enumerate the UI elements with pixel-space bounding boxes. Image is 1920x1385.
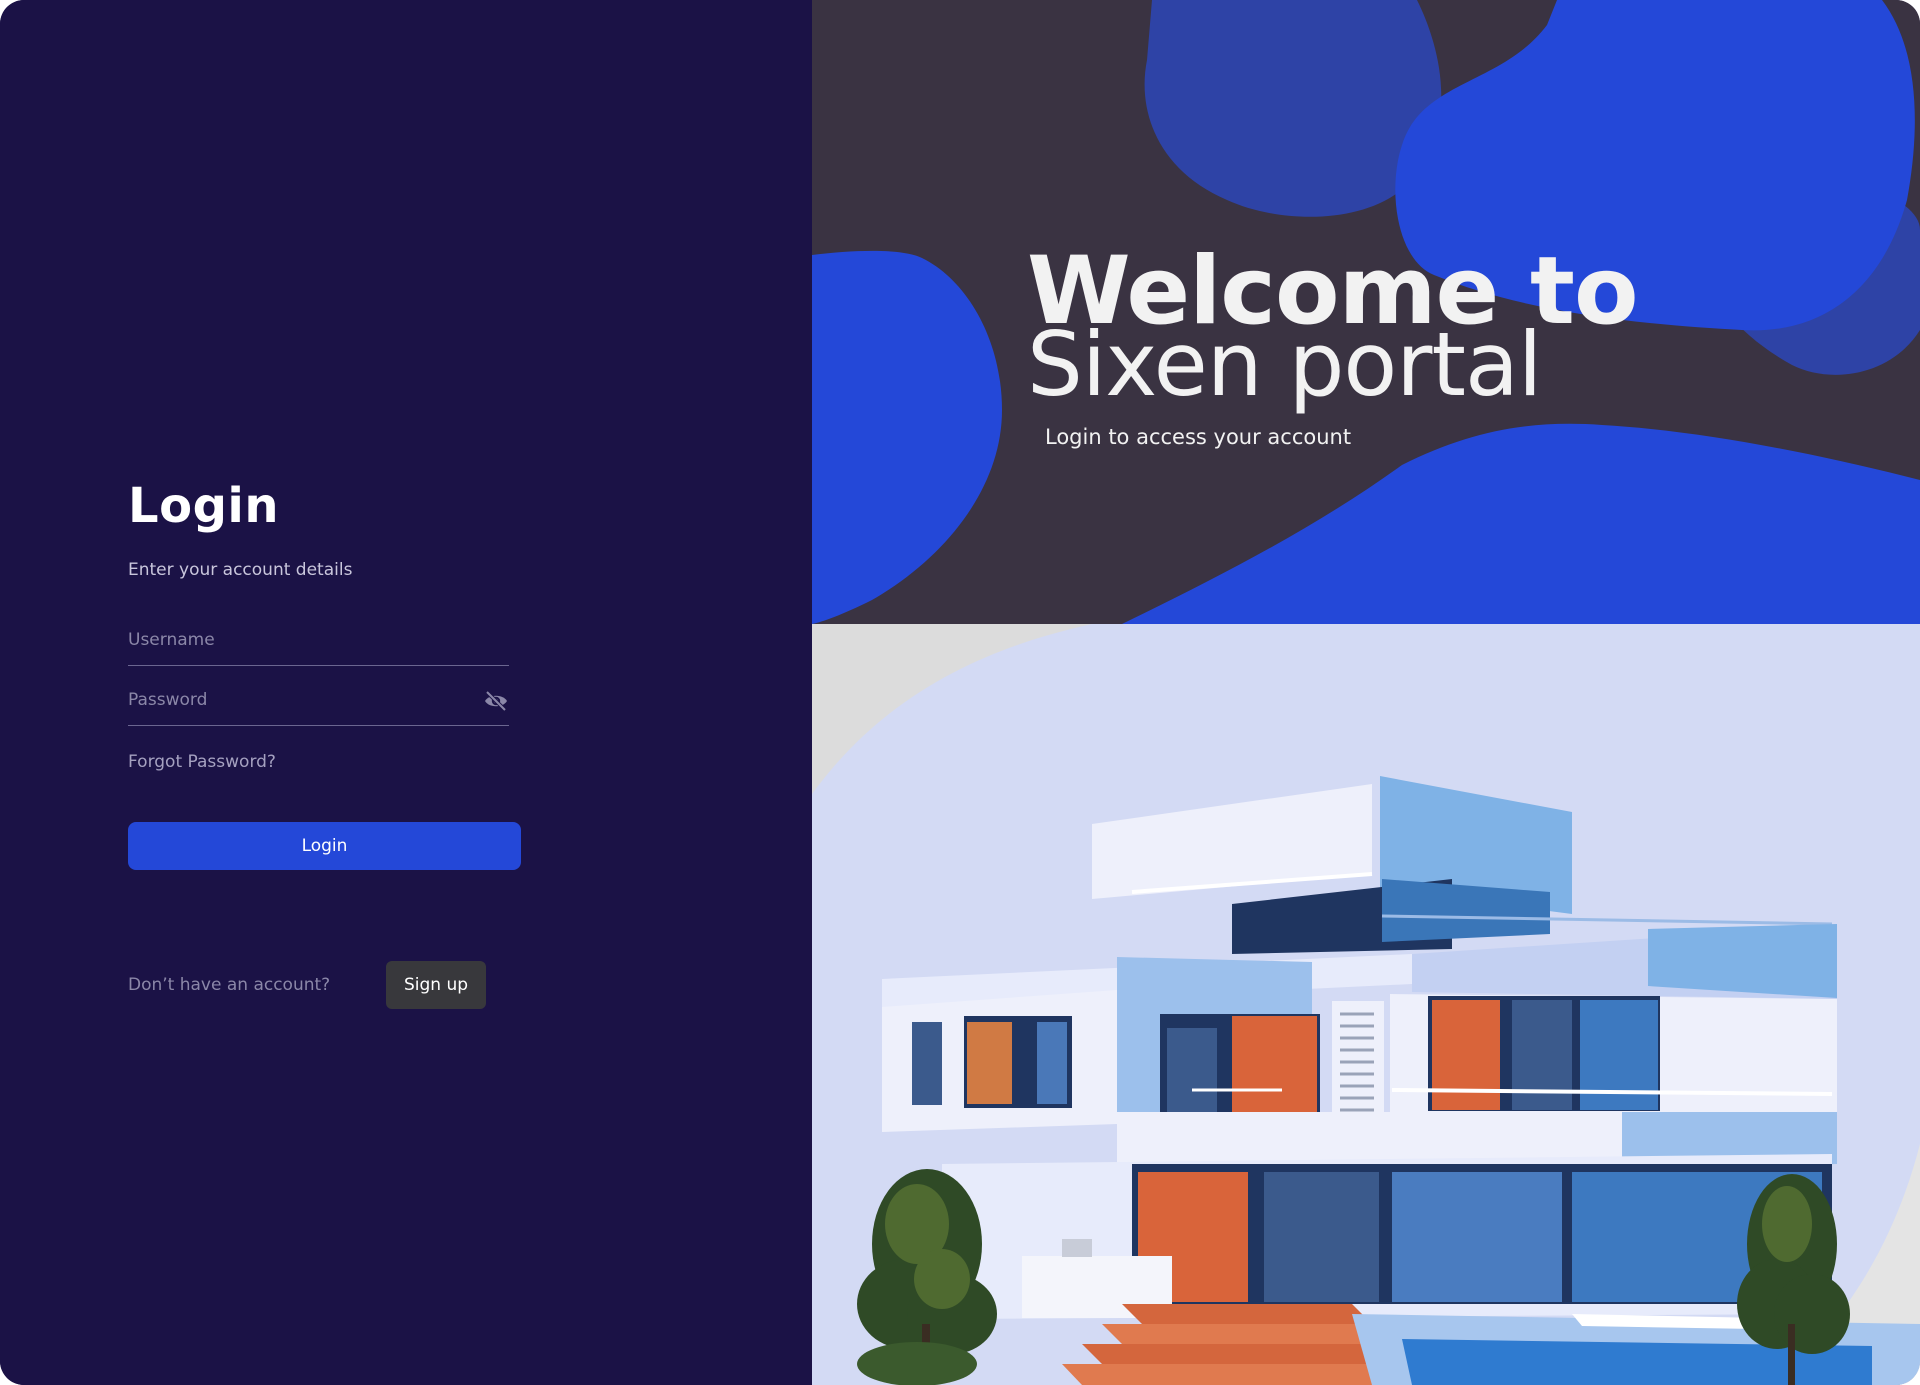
no-account-text: Don’t have an account? [128, 975, 331, 995]
welcome-heading: Welcome to Sixen portal [1027, 245, 1639, 409]
welcome-tagline: Login to access your account [1045, 425, 1352, 449]
eye-off-icon[interactable] [483, 689, 509, 713]
password-input[interactable] [128, 677, 468, 723]
login-panel: Login Enter your account details Forgot … [0, 0, 812, 1385]
signup-button[interactable]: Sign up [386, 961, 486, 1009]
house-illustration-panel [812, 624, 1920, 1385]
welcome-hero: Welcome to Sixen portal Login to access … [812, 0, 1920, 624]
username-input[interactable] [128, 617, 468, 663]
username-field [128, 617, 509, 666]
login-subtitle: Enter your account details [128, 560, 353, 580]
login-button[interactable]: Login [128, 822, 521, 870]
house-illustration [812, 624, 1920, 1385]
login-page: Login Enter your account details Forgot … [0, 0, 1920, 1385]
forgot-password-link[interactable]: Forgot Password? [128, 752, 276, 772]
login-title: Login [128, 478, 280, 534]
password-field [128, 677, 509, 726]
